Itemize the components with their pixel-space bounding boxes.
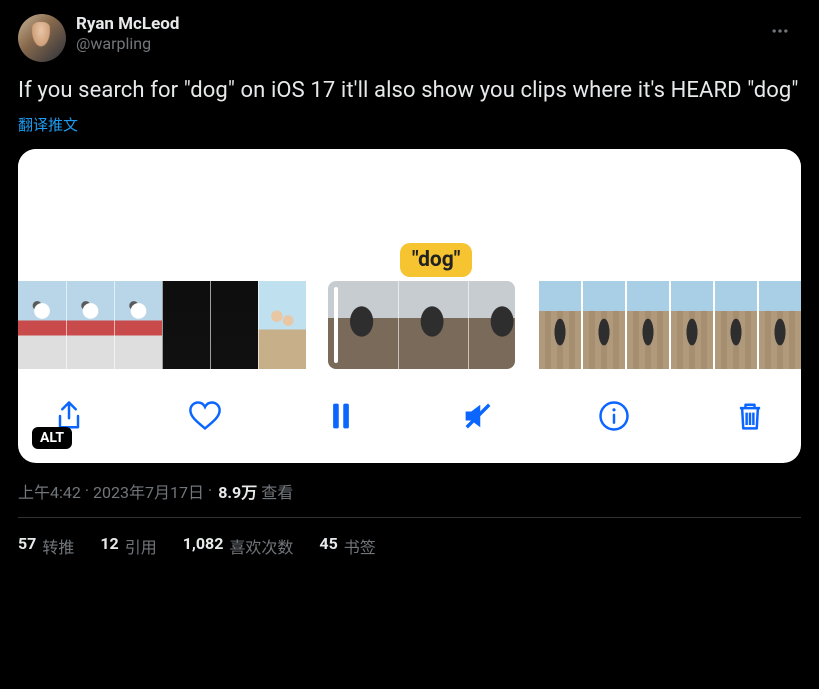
more-button[interactable] xyxy=(763,14,797,48)
tweet-date[interactable]: 2023年7月17日 xyxy=(93,479,204,503)
likes-stat[interactable]: 1,082 喜欢次数 xyxy=(183,534,294,558)
stat-count: 45 xyxy=(319,534,337,558)
stat-label: 转推 xyxy=(42,534,74,558)
stat-label: 引用 xyxy=(125,534,157,558)
timeline-frame xyxy=(258,281,306,369)
info-button[interactable] xyxy=(591,393,637,439)
author-handle[interactable]: @warpling xyxy=(76,34,179,53)
translate-link[interactable]: 翻译推文 xyxy=(18,114,801,135)
pause-icon xyxy=(323,398,359,434)
timeline-frame xyxy=(18,281,66,369)
info-icon xyxy=(596,398,632,434)
timeline-frame xyxy=(713,281,757,369)
alt-badge[interactable]: ALT xyxy=(32,427,72,449)
retweets-stat[interactable]: 57 转推 xyxy=(18,534,74,558)
mute-button[interactable] xyxy=(455,393,501,439)
stat-count: 12 xyxy=(100,534,118,558)
stat-count: 1,082 xyxy=(183,534,224,558)
timeline-frame xyxy=(468,281,515,369)
dot-separator: · xyxy=(208,481,212,500)
stat-count: 57 xyxy=(18,534,36,558)
video-timeline[interactable] xyxy=(18,281,801,373)
timeline-frame xyxy=(114,281,162,369)
stats-row: 57 转推 12 引用 1,082 喜欢次数 45 书签 xyxy=(18,518,801,558)
stat-label: 书签 xyxy=(344,534,376,558)
media-whitespace xyxy=(18,149,801,243)
search-token-row: "dog" xyxy=(18,243,801,281)
author-block: Ryan McLeod @warpling xyxy=(76,14,179,54)
stat-label: 喜欢次数 xyxy=(229,534,293,558)
timeline-frame xyxy=(669,281,713,369)
timeline-frame xyxy=(162,281,210,369)
dot-separator: · xyxy=(85,481,89,500)
author-name[interactable]: Ryan McLeod xyxy=(76,14,179,34)
heart-icon xyxy=(187,398,223,434)
clip-group[interactable] xyxy=(18,281,306,369)
meta-row: 上午4:42 · 2023年7月17日 · 8.9万 查看 xyxy=(18,479,801,503)
timeline-frame xyxy=(328,281,398,369)
timeline-frame xyxy=(625,281,669,369)
clip-group[interactable] xyxy=(328,281,515,369)
tweet-container: Ryan McLeod @warpling If you search for … xyxy=(0,0,819,572)
media-card[interactable]: "dog" xyxy=(18,149,801,463)
mute-icon xyxy=(460,398,496,434)
timeline-frame xyxy=(537,281,581,369)
timeline-frame xyxy=(757,281,801,369)
like-button[interactable] xyxy=(182,393,228,439)
trash-icon xyxy=(732,398,768,434)
views-count[interactable]: 8.9万 xyxy=(218,479,257,503)
timeline-frame xyxy=(581,281,625,369)
quotes-stat[interactable]: 12 引用 xyxy=(100,534,156,558)
tweet-text: If you search for "dog" on iOS 17 it'll … xyxy=(18,76,801,106)
media-toolbar xyxy=(18,373,801,463)
avatar[interactable] xyxy=(18,14,66,62)
bookmarks-stat[interactable]: 45 书签 xyxy=(319,534,375,558)
delete-button[interactable] xyxy=(727,393,773,439)
more-icon xyxy=(770,21,790,41)
timeline-frame xyxy=(210,281,258,369)
tweet-time[interactable]: 上午4:42 xyxy=(18,479,81,503)
clip-group[interactable] xyxy=(537,281,801,369)
search-token-badge: "dog" xyxy=(400,243,472,277)
pause-button[interactable] xyxy=(318,393,364,439)
timeline-frame xyxy=(398,281,468,369)
views-label: 查看 xyxy=(261,479,293,503)
timeline-frame xyxy=(66,281,114,369)
tweet-header: Ryan McLeod @warpling xyxy=(18,14,801,62)
